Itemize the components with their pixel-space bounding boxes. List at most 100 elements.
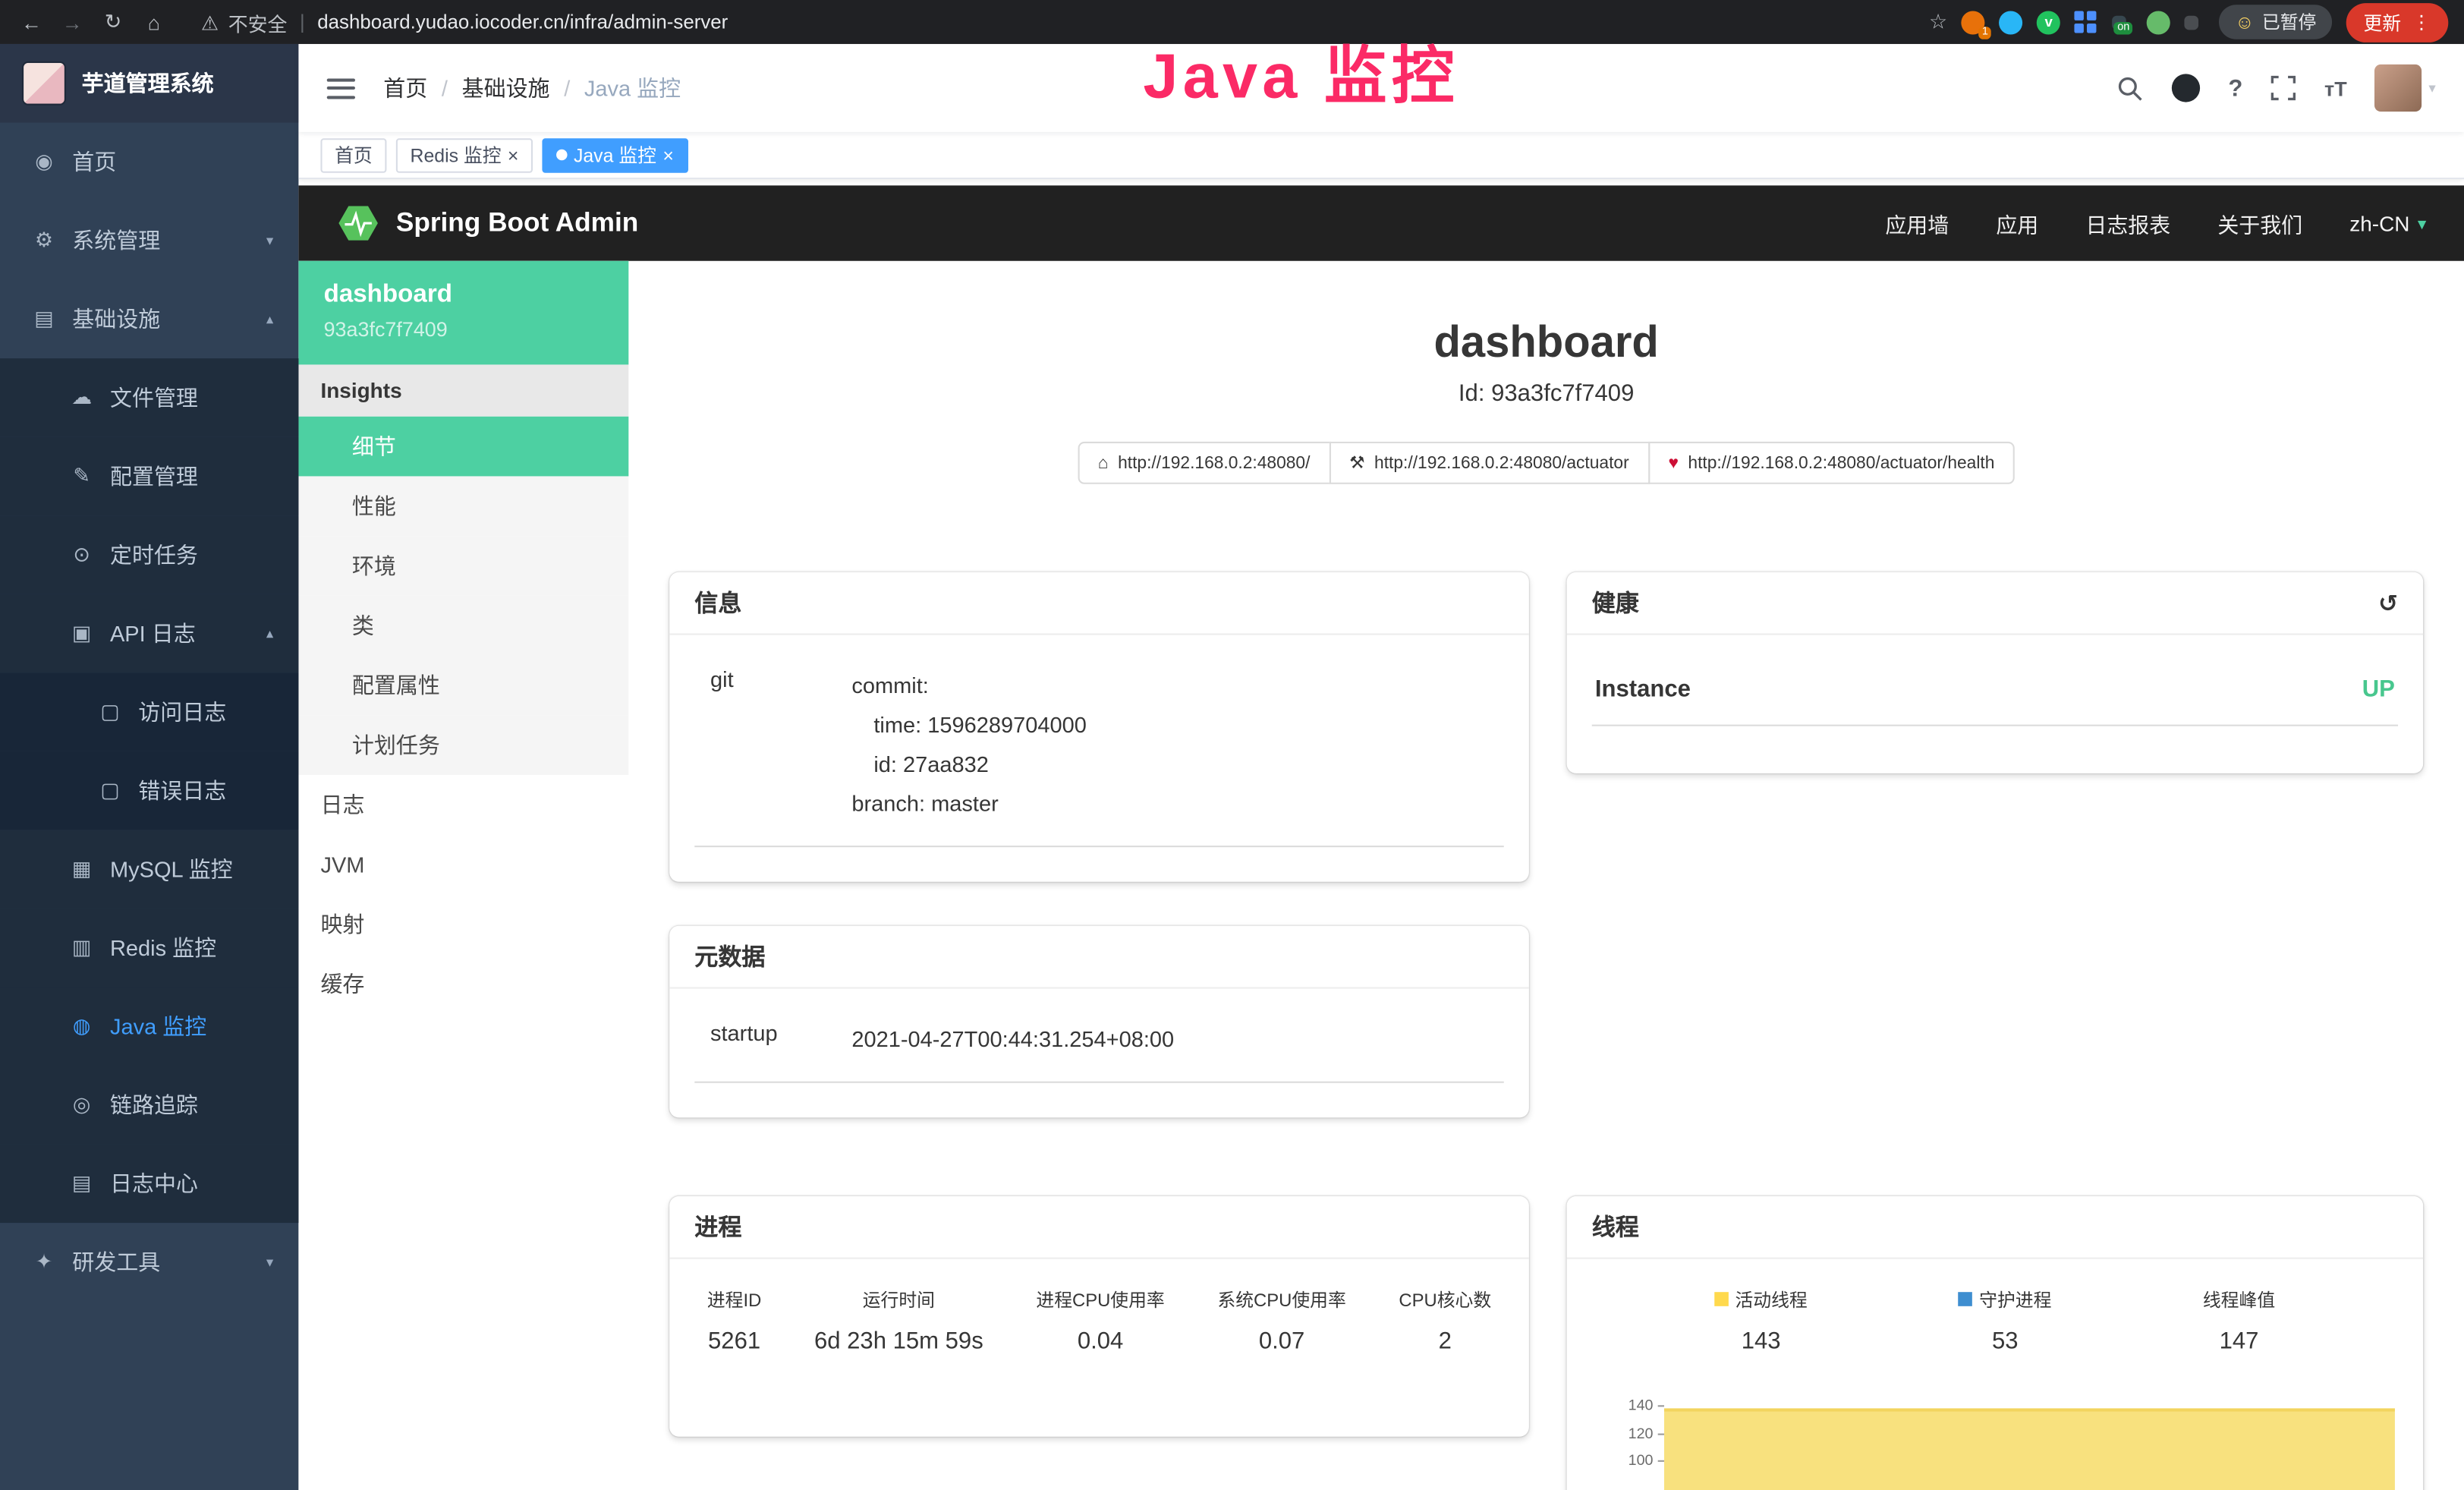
tag-java-monitor[interactable]: Java 监控 ×: [543, 137, 688, 172]
metric-cpu-cores: CPU核心数 2: [1399, 1287, 1491, 1355]
extension-vue-icon[interactable]: v: [2037, 10, 2060, 33]
sba-item-configprops[interactable]: 配置属性: [298, 656, 628, 716]
user-avatar[interactable]: ▾: [2375, 65, 2436, 112]
extension-fox-icon[interactable]: 1: [1962, 10, 1985, 33]
active-dot: [556, 150, 567, 160]
sidebar-item-dev-tools[interactable]: ✦ 研发工具 ▾: [0, 1223, 298, 1302]
sba-instance-header[interactable]: dashboard 93a3fc7f7409: [298, 261, 628, 365]
instance-subtitle: Id: 93a3fc7f7409: [669, 380, 2423, 407]
sba-item-performance[interactable]: 性能: [298, 476, 628, 536]
sba-nav-applications[interactable]: 应用: [1996, 207, 2038, 238]
fullscreen-icon[interactable]: [2271, 75, 2296, 100]
vue-letter: v: [2037, 10, 2060, 33]
breadcrumb-infrastructure[interactable]: 基础设施: [462, 72, 550, 103]
sba-item-caches[interactable]: 缓存: [298, 954, 628, 1014]
sidebar-collapse-button[interactable]: [327, 78, 355, 99]
app-logo[interactable]: 芋道管理系统: [0, 44, 298, 123]
home-button[interactable]: ⌂: [138, 10, 169, 33]
reload-button[interactable]: ↻: [97, 9, 128, 34]
sidebar-item-java-monitor[interactable]: ◍ Java 监控: [0, 987, 298, 1066]
chevron-up-icon: ▴: [266, 625, 273, 642]
font-size-icon[interactable]: тT: [2324, 76, 2347, 99]
sidebar-item-log-center[interactable]: ▤ 日志中心: [0, 1145, 298, 1224]
sidebar-item-api-logs[interactable]: ▣ API 日志 ▴: [0, 594, 298, 673]
sba-nav-journal[interactable]: 日志报表: [2085, 207, 2170, 238]
sidebar-item-infrastructure[interactable]: ▤ 基础设施 ▴: [0, 280, 298, 359]
search-icon[interactable]: [2116, 74, 2143, 101]
sidebar-item-home[interactable]: ◉ 首页: [0, 123, 298, 202]
sba-item-environment[interactable]: 环境: [298, 536, 628, 596]
sba-navbar: Spring Boot Admin 应用墙 应用 日志报表 关于我们 zh-CN…: [298, 185, 2464, 260]
sba-nav-about[interactable]: 关于我们: [2217, 207, 2302, 238]
sidebar-item-label: 日志中心: [110, 1168, 198, 1199]
threads-chart-plot: [1664, 1393, 2398, 1490]
health-card: 健康 ↺ Instance UP: [1567, 572, 2424, 773]
not-secure-warning-icon: ⚠: [201, 10, 219, 33]
update-button[interactable]: 更新 ⋮: [2346, 2, 2449, 42]
extension-leaf-icon[interactable]: [2147, 10, 2170, 33]
heartbeat-icon: ♥: [1668, 453, 1679, 472]
paused-badge[interactable]: ☺ 已暂停: [2219, 5, 2332, 39]
help-icon[interactable]: ?: [2228, 74, 2242, 101]
github-icon[interactable]: [2172, 74, 2200, 102]
sidebar-item-error-logs[interactable]: ▢ 错误日志: [0, 751, 298, 830]
back-button[interactable]: ←: [16, 10, 47, 33]
sba-logo-icon: [336, 203, 380, 244]
pencil-icon: ✎: [69, 464, 94, 489]
locale-label: zh-CN: [2349, 212, 2409, 235]
close-icon[interactable]: ×: [662, 146, 674, 165]
reload-icon: ↻: [105, 9, 122, 33]
sidebar-item-label: Java 监控: [110, 1011, 206, 1042]
link-url: http://192.168.0.2:48080/: [1118, 453, 1310, 472]
sidebar-item-redis-monitor[interactable]: ▥ Redis 监控: [0, 909, 298, 988]
kebab-menu-icon: ⋮: [2412, 11, 2431, 33]
breadcrumb-home[interactable]: 首页: [383, 72, 427, 103]
extension-toggle-icon[interactable]: on: [2113, 15, 2127, 30]
back-icon: ←: [21, 10, 42, 33]
sba-locale-select[interactable]: zh-CN ▾: [2349, 212, 2426, 235]
close-icon[interactable]: ×: [508, 146, 519, 165]
sba-item-logs[interactable]: 日志: [298, 775, 628, 835]
instance-link-actuator[interactable]: ⚒ http://192.168.0.2:48080/actuator: [1329, 442, 1649, 484]
bookmark-star-icon[interactable]: ☆: [1929, 9, 1947, 34]
tag-home[interactable]: 首页: [320, 137, 386, 172]
extension-puzzle-icon[interactable]: [2185, 15, 2199, 30]
sba-item-jvm[interactable]: JVM: [298, 835, 628, 895]
sidebar-item-scheduled-jobs[interactable]: ⊙ 定时任务: [0, 515, 298, 594]
sba-nav-wallboard[interactable]: 应用墙: [1885, 207, 1949, 238]
extension-badge: 1: [1979, 26, 1991, 39]
forward-button[interactable]: →: [57, 10, 88, 33]
metric-process-cpu: 进程CPU使用率 0.04: [1036, 1287, 1164, 1355]
sidebar-item-system-management[interactable]: ⚙ 系统管理 ▾: [0, 201, 298, 280]
sidebar-item-access-logs[interactable]: ▢ 访问日志: [0, 673, 298, 751]
sba-item-mappings[interactable]: 映射: [298, 894, 628, 954]
metadata-key: startup: [694, 1020, 851, 1060]
instance-link-home[interactable]: ⌂ http://192.168.0.2:48080/: [1078, 442, 1330, 484]
sidebar-item-label: 文件管理: [110, 382, 198, 413]
sidebar-item-mysql-monitor[interactable]: ▦ MySQL 监控: [0, 830, 298, 909]
extension-drop-icon[interactable]: [2000, 10, 2023, 33]
sba-item-scheduled-tasks[interactable]: 计划任务: [298, 715, 628, 775]
address-bar[interactable]: ⚠ 不安全 | dashboard.yudao.iocoder.cn/infra…: [201, 7, 728, 36]
sidebar-item-label: MySQL 监控: [110, 853, 233, 884]
extension-on-badge: on: [2114, 21, 2132, 34]
log-file-icon: ▢: [97, 778, 122, 803]
sba-item-details[interactable]: 细节: [298, 417, 628, 477]
sidebar-item-label: API 日志: [110, 618, 196, 649]
address-divider: |: [300, 11, 305, 33]
instance-link-health[interactable]: ♥ http://192.168.0.2:48080/actuator/heal…: [1648, 442, 2016, 484]
metric-system-cpu: 系统CPU使用率 0.07: [1217, 1287, 1345, 1355]
tag-redis-monitor[interactable]: Redis 监控 ×: [396, 137, 533, 172]
threads-card-title: 线程: [1592, 1211, 1639, 1243]
sba-item-classes[interactable]: 类: [298, 596, 628, 656]
history-icon[interactable]: ↺: [2378, 589, 2398, 617]
metric-uptime: 运行时间 6d 23h 15m 59s: [814, 1287, 983, 1355]
sidebar-item-config-management[interactable]: ✎ 配置管理: [0, 437, 298, 516]
content-area: 首页 / 基础设施 / Java 监控 ? тT ▾: [298, 44, 2464, 1490]
info-card-title: 信息: [694, 586, 741, 619]
header-actions: ? тT ▾: [2116, 65, 2435, 112]
sba-brand[interactable]: Spring Boot Admin: [336, 203, 638, 244]
sidebar-item-file-management[interactable]: ☁ 文件管理: [0, 358, 298, 437]
extension-grid-icon[interactable]: [2075, 10, 2098, 33]
sidebar-item-trace[interactable]: ◎ 链路追踪: [0, 1066, 298, 1145]
